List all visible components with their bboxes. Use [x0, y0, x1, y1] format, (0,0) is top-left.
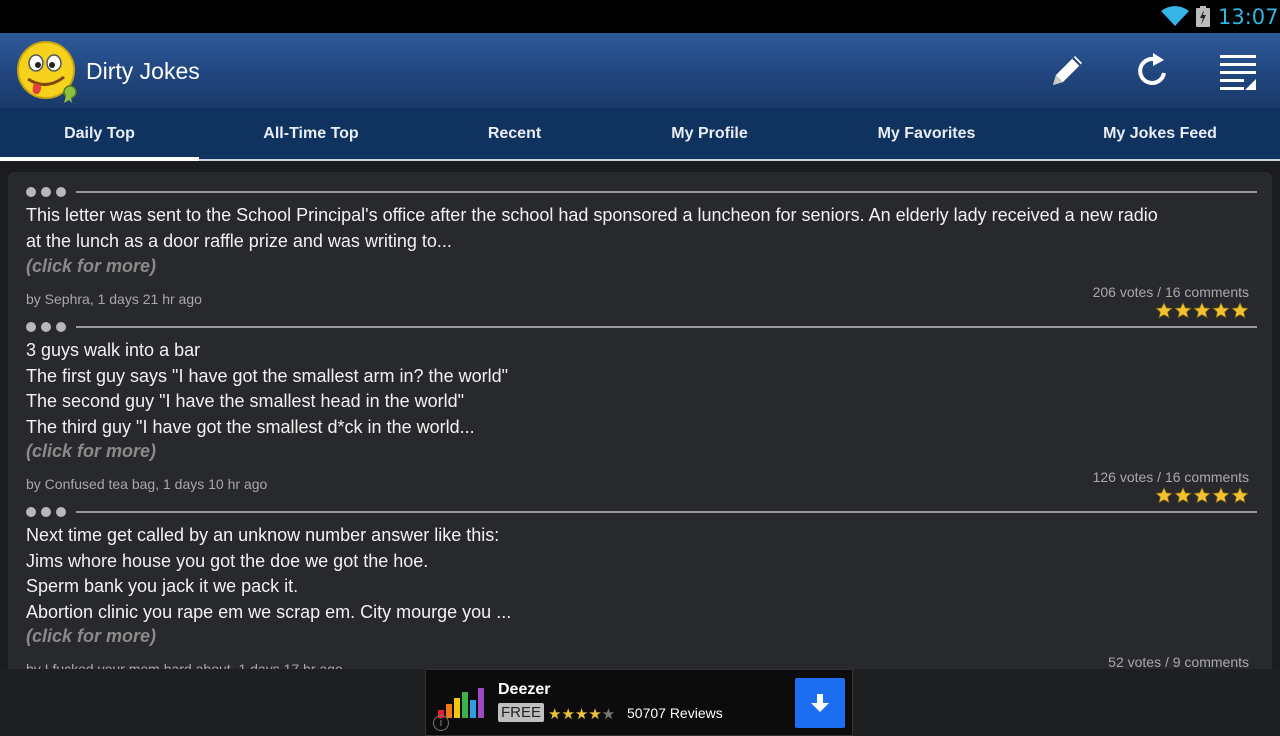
refresh-icon — [1138, 53, 1166, 85]
joke-item[interactable]: This letter was sent to the School Princ… — [8, 187, 1272, 322]
star-icon — [1193, 487, 1211, 504]
votes-comments: 52 votes / 9 comments — [1108, 654, 1249, 669]
joke-item[interactable]: Next time get called by an unknow number… — [8, 507, 1272, 669]
overflow-dots-icon[interactable] — [26, 187, 66, 197]
click-for-more-link[interactable]: (click for more) — [26, 626, 156, 647]
star-icon — [1155, 302, 1173, 319]
pencil-icon — [1053, 56, 1082, 85]
joke-text: 3 guys walk into a bar The first guy say… — [26, 340, 508, 437]
clock: 13:07 — [1218, 5, 1279, 29]
joke-text: This letter was sent to the School Princ… — [26, 205, 1158, 251]
joke-list-area: This letter was sent to the School Princ… — [0, 161, 1280, 669]
star-icon — [1212, 487, 1230, 504]
rating-stars — [1155, 302, 1249, 319]
tab-all-time-top[interactable]: All-Time Top — [199, 108, 423, 159]
star-icon — [1231, 487, 1249, 504]
joke-text: Next time get called by an unknow number… — [26, 525, 512, 622]
smiley-tongue-medal-icon[interactable] — [16, 39, 80, 103]
info-icon[interactable]: i — [433, 715, 449, 731]
divider — [76, 191, 1257, 193]
ad-banner[interactable]: Deezer FREE ★★★★★ 50707 Reviews i — [425, 669, 853, 736]
battery-charging-icon — [1196, 6, 1210, 27]
divider — [76, 511, 1257, 513]
star-icon — [1174, 487, 1192, 504]
divider — [76, 326, 1257, 328]
tab-my-profile[interactable]: My Profile — [606, 108, 813, 159]
ad-rating-stars: ★★★★★ — [548, 706, 616, 723]
app-screen: 13:07 Dirty Jokes Daily Top All-Time Top… — [0, 0, 1280, 736]
click-for-more-link[interactable]: (click for more) — [26, 441, 156, 462]
overflow-dots-icon[interactable] — [26, 507, 66, 517]
rating-stars — [1155, 487, 1249, 504]
tab-bar: Daily Top All-Time Top Recent My Profile… — [0, 108, 1280, 161]
tab-recent[interactable]: Recent — [423, 108, 606, 159]
download-arrow-icon — [811, 694, 829, 712]
click-for-more-link[interactable]: (click for more) — [26, 256, 156, 277]
overflow-dots-icon[interactable] — [26, 322, 66, 332]
star-icon — [1231, 302, 1249, 319]
ad-review-count: 50707 Reviews — [627, 705, 723, 721]
votes-comments: 206 votes / 16 comments — [1092, 284, 1249, 300]
votes-comments: 126 votes / 16 comments — [1092, 469, 1249, 485]
app-bar: Dirty Jokes — [0, 33, 1280, 108]
menu-button[interactable] — [1215, 49, 1259, 93]
app-title: Dirty Jokes — [86, 58, 200, 84]
list-menu-icon — [1220, 55, 1256, 90]
tab-daily-top[interactable]: Daily Top — [0, 108, 199, 161]
ad-free-badge: FREE — [498, 703, 545, 722]
compose-button[interactable] — [1045, 49, 1089, 93]
status-bar: 13:07 — [0, 0, 1280, 33]
star-icon — [1155, 487, 1173, 504]
joke-byline: by Confused tea bag, 1 days 10 hr ago — [26, 476, 268, 492]
joke-byline: by Sephra, 1 days 21 hr ago — [26, 291, 202, 307]
star-icon — [1174, 302, 1192, 319]
joke-list: This letter was sent to the School Princ… — [8, 172, 1272, 669]
joke-item[interactable]: 3 guys walk into a bar The first guy say… — [8, 322, 1272, 507]
ad-banner-bar: Deezer FREE ★★★★★ 50707 Reviews i — [0, 669, 1280, 736]
refresh-button[interactable] — [1131, 49, 1175, 93]
tab-my-jokes-feed[interactable]: My Jokes Feed — [1040, 108, 1280, 159]
wifi-icon — [1161, 6, 1189, 26]
star-icon — [1212, 302, 1230, 319]
joke-byline: by I fucked your mom hard about, 1 days … — [26, 661, 343, 669]
tab-my-favorites[interactable]: My Favorites — [813, 108, 1040, 159]
ad-app-name: Deezer — [498, 681, 551, 698]
star-icon — [1193, 302, 1211, 319]
ad-download-button[interactable] — [795, 678, 845, 728]
deezer-logo-icon — [438, 688, 484, 718]
